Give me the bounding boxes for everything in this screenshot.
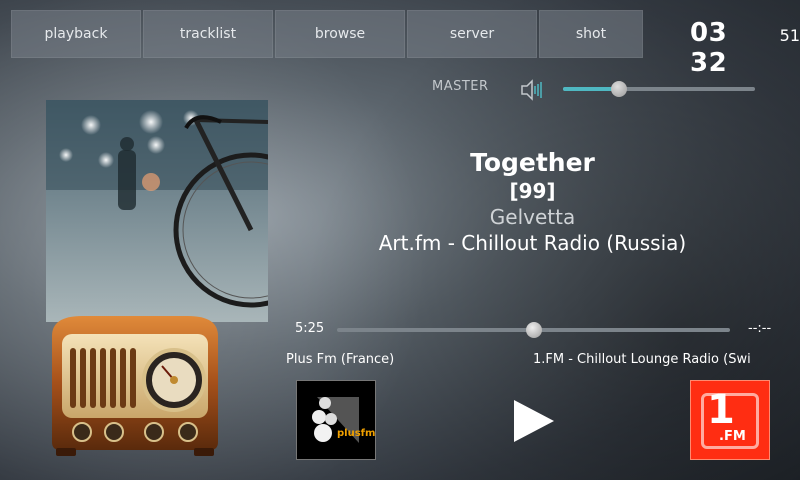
now-playing-info: Together [99] Gelvetta Art.fm - Chillout… — [340, 148, 725, 255]
track-title: Together — [470, 148, 595, 177]
tab-server[interactable]: server — [407, 10, 537, 58]
play-icon[interactable] — [510, 398, 558, 444]
tab-playback[interactable]: playback — [11, 10, 141, 58]
volume-slider[interactable] — [563, 81, 755, 97]
previous-station-name: Plus Fm (France) — [286, 352, 395, 367]
progress-slider[interactable] — [337, 322, 730, 338]
clock-seconds: 51 — [779, 26, 800, 45]
plusfm-logo-text: plusfm — [337, 428, 376, 439]
elapsed-time: 5:25 — [295, 321, 325, 336]
remaining-time: --:-- — [748, 321, 772, 336]
retro-radio-icon — [52, 316, 218, 456]
progress-slider-knob[interactable] — [525, 322, 542, 338]
tab-tracklist[interactable]: tracklist — [143, 10, 273, 58]
clock-time: 03 32 — [690, 18, 728, 78]
previous-station-logo[interactable]: plusfm — [296, 380, 376, 460]
speaker-icon[interactable] — [520, 79, 546, 101]
master-volume-label: MASTER — [432, 79, 489, 94]
tab-browse[interactable]: browse — [275, 10, 405, 58]
onefm-logo-text: .FM — [719, 429, 746, 444]
next-station-name: 1.FM - Chillout Lounge Radio (Swi — [533, 352, 751, 367]
top-nav: playback tracklist browse server shot — [11, 10, 643, 58]
track-artist: Gelvetta — [489, 205, 576, 229]
onefm-logo-digit: 1 — [707, 387, 735, 433]
track-number: [99] — [509, 179, 556, 203]
clock: 03 32 51 — [690, 18, 800, 78]
volume-slider-knob[interactable] — [610, 81, 627, 97]
station-name: Art.fm - Chillout Radio (Russia) — [378, 231, 687, 255]
next-station-logo[interactable]: 1 .FM — [690, 380, 770, 460]
tab-shot[interactable]: shot — [539, 10, 643, 58]
album-art — [46, 100, 268, 322]
